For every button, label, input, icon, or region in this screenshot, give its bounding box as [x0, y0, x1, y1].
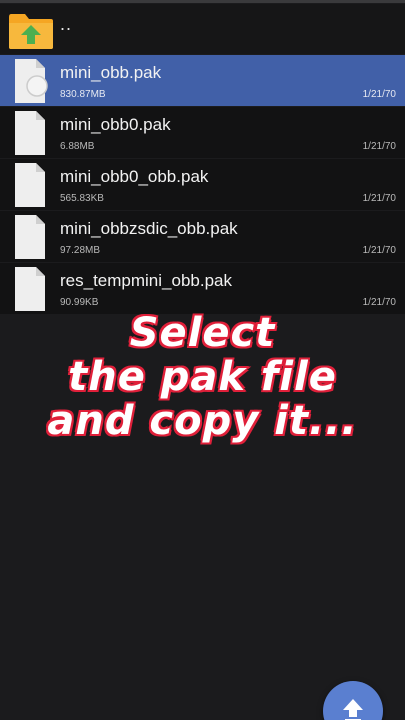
parent-directory-row[interactable]: .. [0, 4, 405, 54]
file-icon [15, 163, 45, 207]
file-size: 830.87MB [60, 89, 106, 100]
file-icon [15, 215, 45, 259]
file-icon [15, 59, 48, 103]
file-icon [15, 267, 45, 311]
file-name: mini_obb.pak [60, 63, 162, 82]
upload-button[interactable] [323, 681, 383, 720]
caption-line-2: the pak file [67, 353, 338, 402]
file-name: mini_obbzsdic_obb.pak [60, 219, 238, 238]
folder-up-icon [9, 14, 53, 49]
file-row[interactable]: mini_obbzsdic_obb.pak 97.28MB 1/21/70 [0, 211, 405, 262]
file-icon [15, 111, 45, 155]
caption-line-1: Select [128, 309, 276, 358]
file-date: 1/21/70 [362, 141, 396, 152]
file-size: 6.88MB [60, 141, 95, 152]
file-date: 1/21/70 [362, 297, 396, 308]
caption-line-3: and copy it... [46, 397, 358, 446]
file-date: 1/21/70 [362, 193, 396, 204]
file-list: mini_obb.pak 830.87MB 1/21/70 mini_obb0.pak… [0, 55, 405, 315]
upload-icon [343, 699, 363, 720]
file-row[interactable]: res_tempmini_obb.pak 90.99KB 1/21/70 [0, 263, 405, 314]
file-date: 1/21/70 [362, 89, 396, 100]
file-name: mini_obb0.pak [60, 115, 171, 134]
file-size: 565.83KB [60, 193, 104, 204]
file-date: 1/21/70 [362, 245, 396, 256]
status-strip [0, 0, 405, 3]
overlay-caption: Select the pak file and copy it... [0, 308, 405, 448]
file-size: 97.28MB [60, 245, 101, 256]
file-row[interactable]: mini_obb0_obb.pak 565.83KB 1/21/70 [0, 159, 405, 210]
file-name: res_tempmini_obb.pak [60, 271, 232, 290]
file-row[interactable]: mini_obb0.pak 6.88MB 1/21/70 [0, 107, 405, 158]
parent-directory-label: .. [60, 14, 73, 34]
file-size: 90.99KB [60, 297, 99, 308]
file-row[interactable]: mini_obb.pak 830.87MB 1/21/70 [0, 55, 405, 106]
file-name: mini_obb0_obb.pak [60, 167, 209, 186]
file-manager-screen: .. mini_obb.pak 830.87MB 1/21/70 mini_obb0.… [0, 0, 405, 720]
